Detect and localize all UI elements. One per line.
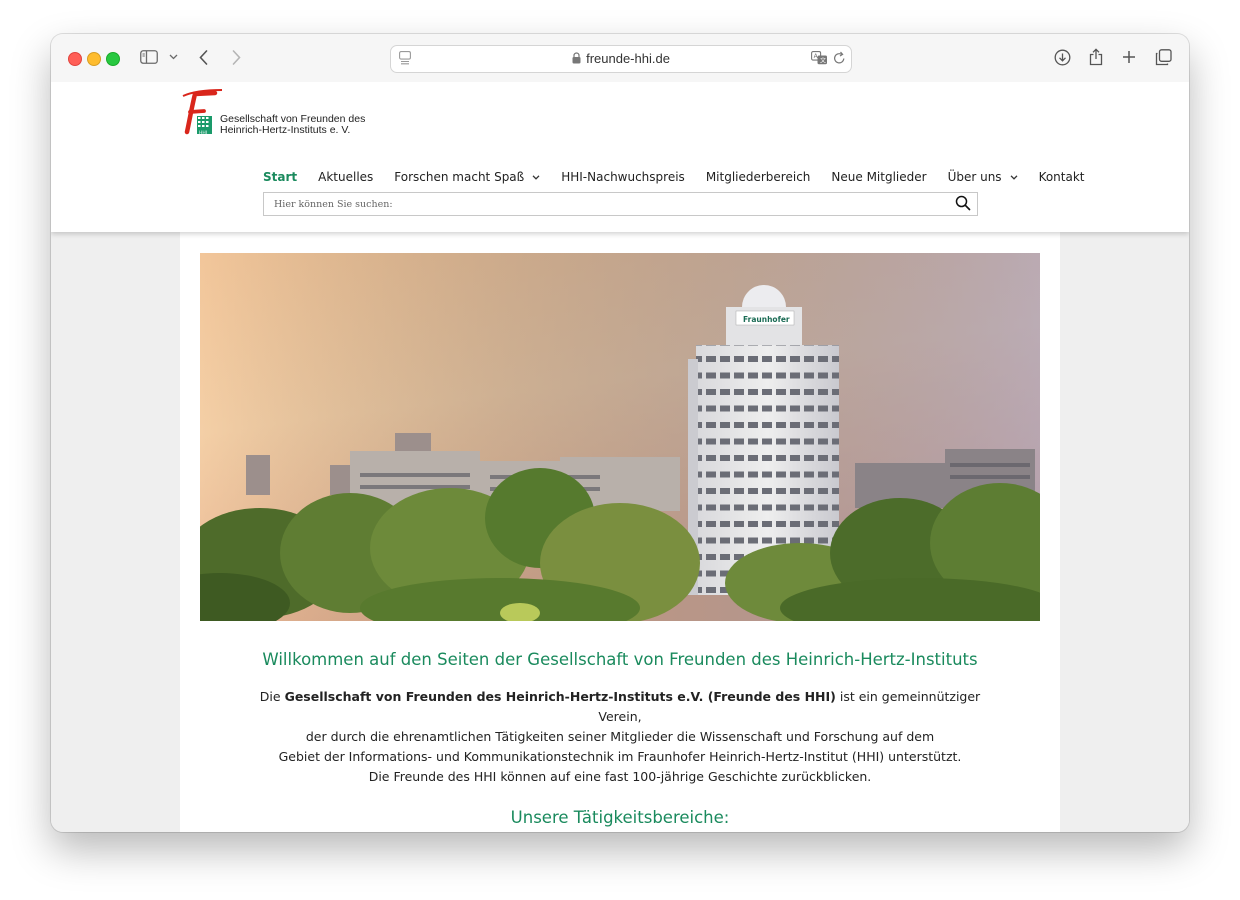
- web-page: HHI Gesellschaft von Freunden des Heinri…: [51, 82, 1189, 832]
- intro-line-1: Die Gesellschaft von Freunden des Heinri…: [240, 687, 1000, 727]
- nav-label: Kontakt: [1038, 170, 1085, 184]
- site-header: HHI Gesellschaft von Freunden des Heinri…: [51, 82, 1189, 232]
- section-title: Unsere Tätigkeitsbereiche:: [510, 808, 730, 827]
- intro-paragraph: Die Gesellschaft von Freunden des Heinri…: [240, 687, 1000, 787]
- nav-label: Über uns: [947, 170, 1002, 184]
- intro-line-2: der durch die ehrenamtlichen Tätigkeiten…: [305, 729, 935, 744]
- search-input[interactable]: [274, 193, 934, 215]
- zoom-window-button[interactable]: [106, 52, 120, 66]
- address-bar[interactable]: freunde-hhi.de A文: [390, 45, 852, 73]
- welcome-title: Willkommen auf den Seiten der Gesellscha…: [262, 650, 978, 669]
- nav-label: Mitgliederbereich: [705, 170, 811, 184]
- nav-label: Start: [263, 170, 298, 184]
- hero-building-illustration: Fraunhofer: [200, 253, 1040, 621]
- nav-item-start[interactable]: Start: [263, 170, 297, 184]
- forward-icon[interactable]: [229, 46, 243, 68]
- hero-image: Fraunhofer: [200, 253, 1040, 621]
- back-icon[interactable]: [196, 46, 210, 68]
- close-window-button[interactable]: [68, 52, 82, 66]
- reload-icon[interactable]: [833, 51, 846, 70]
- nav-item-ueber-uns[interactable]: Über uns: [948, 170, 1018, 184]
- tabs-overview-icon[interactable]: [1154, 46, 1172, 68]
- nav-label: Neue Mitglieder: [831, 170, 927, 184]
- browser-toolbar: freunde-hhi.de A文: [51, 34, 1189, 83]
- intro-line-3: Gebiet der Informations- und Kommunikati…: [278, 749, 962, 764]
- browser-window: freunde-hhi.de A文 HHI Gesellschaft von F…: [51, 34, 1189, 832]
- svg-text:文: 文: [820, 57, 826, 65]
- nav-item-aktuelles[interactable]: Aktuelles: [318, 170, 373, 184]
- share-icon[interactable]: [1088, 46, 1104, 68]
- chevron-down-icon: [1010, 174, 1018, 180]
- fraunhofer-sign: Fraunhofer: [743, 315, 790, 324]
- logo-line-2: Heinrich-Hertz-Instituts e. V.: [220, 124, 351, 136]
- logo-badge-text: HHI: [199, 131, 208, 136]
- download-icon[interactable]: [1053, 46, 1071, 68]
- url-text: freunde-hhi.de: [391, 51, 851, 67]
- main-navigation: Start Aktuelles Forschen macht Spaß HHI-…: [263, 167, 1085, 187]
- translate-icon[interactable]: A文: [811, 51, 828, 70]
- nav-item-mitgliederbereich[interactable]: Mitgliederbereich: [706, 170, 811, 184]
- url-label: freunde-hhi.de: [586, 51, 670, 66]
- nav-item-kontakt[interactable]: Kontakt: [1039, 170, 1085, 184]
- nav-item-neue-mitglieder[interactable]: Neue Mitglieder: [831, 170, 926, 184]
- nav-label: Aktuelles: [318, 170, 374, 184]
- logo-text: Gesellschaft von Freunden des Heinrich-H…: [220, 114, 365, 136]
- new-tab-icon[interactable]: [1121, 46, 1137, 68]
- intro-bold: Gesellschaft von Freunden des Heinrich-H…: [284, 689, 836, 704]
- lock-icon: [572, 52, 581, 67]
- main-content: Fraunhofer Willkommen auf den Seiten der…: [180, 232, 1060, 832]
- sidebar-icon[interactable]: [139, 46, 159, 68]
- nav-label: HHI-Nachwuchspreis: [561, 170, 685, 184]
- site-logo[interactable]: HHI Gesellschaft von Freunden des Heinri…: [180, 88, 380, 140]
- site-search: [263, 192, 978, 216]
- chevron-down-icon: [532, 174, 540, 180]
- nav-item-forschen-macht-spass[interactable]: Forschen macht Spaß: [394, 170, 540, 184]
- intro-line-4: Die Freunde des HHI können auf eine fast…: [368, 769, 872, 784]
- nav-label: Forschen macht Spaß: [394, 170, 525, 184]
- intro-prefix: Die: [259, 689, 285, 704]
- search-icon[interactable]: [955, 195, 973, 213]
- chevron-down-icon[interactable]: [167, 46, 179, 68]
- nav-item-hhi-nachwuchspreis[interactable]: HHI-Nachwuchspreis: [561, 170, 685, 184]
- minimize-window-button[interactable]: [87, 52, 101, 66]
